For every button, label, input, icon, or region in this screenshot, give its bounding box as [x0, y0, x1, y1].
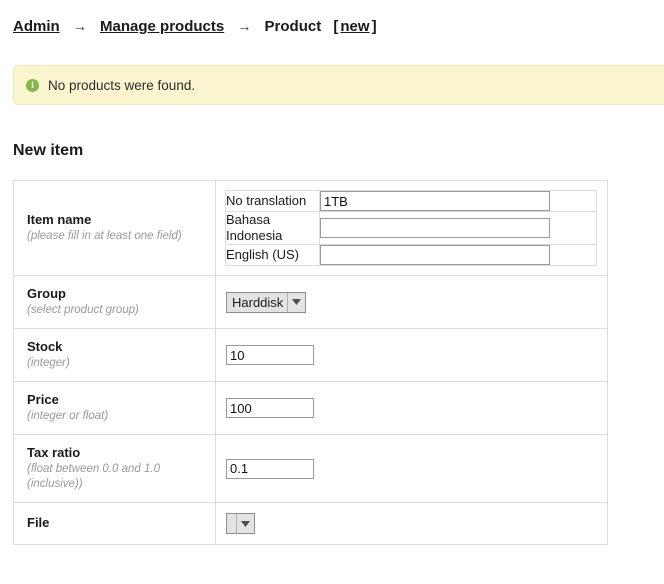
page-title: New item — [13, 142, 84, 159]
breadcrumb-link-new[interactable]: new — [338, 18, 371, 35]
breadcrumb: Admin → Manage products → Product [new] — [0, 0, 664, 37]
label-hint: (please fill in at least one field) — [27, 230, 182, 242]
breadcrumb-current-product: Product — [264, 18, 322, 35]
label-text: Tax ratio — [27, 445, 81, 460]
item-name-no-translation-input[interactable] — [320, 191, 550, 211]
label-text: Item name — [27, 212, 92, 227]
form-value-price — [215, 381, 608, 435]
chevron-down-icon — [287, 292, 306, 312]
group-select[interactable]: Harddisk — [226, 291, 307, 313]
bracket-close: ] — [371, 18, 377, 35]
info-icon: i — [26, 78, 39, 92]
item-name-english-us-input[interactable] — [320, 245, 550, 265]
form-row-item-name: Item name (please fill in at least one f… — [13, 180, 608, 276]
translations-table: No translation Bahasa Indonesia — [225, 190, 597, 266]
item-name-bahasa-indonesia-input[interactable] — [320, 218, 550, 238]
form-label-group: Group (select product group) — [13, 275, 216, 329]
translation-language-no-translation: No translation — [225, 190, 320, 212]
price-input[interactable] — [226, 398, 314, 418]
table-row: English (US) — [225, 244, 597, 266]
new-item-form-table: Item name (please fill in at least one f… — [13, 180, 608, 545]
alert-message: No products were found. — [48, 77, 196, 93]
label-hint: (select product group) — [27, 304, 139, 316]
stock-input[interactable] — [226, 345, 314, 365]
file-select[interactable] — [226, 513, 255, 534]
translation-field-english-us-cell — [319, 244, 597, 266]
table-row: No translation — [225, 190, 597, 212]
label-text: Group — [27, 286, 66, 301]
form-value-stock — [215, 328, 608, 382]
label-text: Price — [27, 392, 59, 407]
breadcrumb-new-action: [new] — [325, 18, 376, 35]
breadcrumb-link-manage-products[interactable]: Manage products — [100, 18, 224, 35]
chevron-down-icon — [236, 514, 254, 533]
form-value-tax-ratio — [215, 434, 608, 503]
form-value-file — [215, 502, 608, 545]
form-label-item-name: Item name (please fill in at least one f… — [13, 180, 216, 276]
translation-language-english-us: English (US) — [225, 244, 320, 266]
translation-language-bahasa-indonesia: Bahasa Indonesia — [225, 211, 320, 245]
alert-no-products: i No products were found. — [13, 65, 664, 105]
file-select-value — [227, 514, 236, 533]
label-hint: (float between 0.0 and 1.0 (inclusive)) — [27, 463, 160, 490]
form-label-tax-ratio: Tax ratio (float between 0.0 and 1.0 (in… — [13, 434, 216, 503]
form-value-group: Harddisk — [215, 275, 608, 329]
form-label-price: Price (integer or float) — [13, 381, 216, 435]
label-text: Stock — [27, 339, 63, 354]
breadcrumb-separator-1: → — [72, 18, 87, 34]
translation-field-no-translation-cell — [319, 190, 597, 212]
breadcrumb-separator-2: → — [237, 18, 252, 34]
group-select-value: Harddisk — [232, 294, 284, 310]
label-text: File — [27, 515, 50, 530]
label-hint: (integer) — [27, 357, 70, 369]
form-label-file: File — [13, 502, 216, 545]
form-row-tax-ratio: Tax ratio (float between 0.0 and 1.0 (in… — [13, 434, 608, 503]
table-row: Bahasa Indonesia — [225, 211, 597, 245]
form-row-file: File — [13, 502, 608, 545]
label-hint: (integer or float) — [27, 410, 109, 422]
form-row-group: Group (select product group) Harddisk — [13, 275, 608, 329]
form-row-stock: Stock (integer) — [13, 328, 608, 382]
tax-ratio-input[interactable] — [226, 458, 314, 479]
breadcrumb-link-admin[interactable]: Admin — [13, 18, 60, 35]
form-row-price: Price (integer or float) — [13, 381, 608, 435]
form-value-item-name: No translation Bahasa Indonesia — [215, 180, 608, 276]
translation-field-bahasa-indonesia-cell — [319, 211, 597, 245]
form-label-stock: Stock (integer) — [13, 328, 216, 382]
